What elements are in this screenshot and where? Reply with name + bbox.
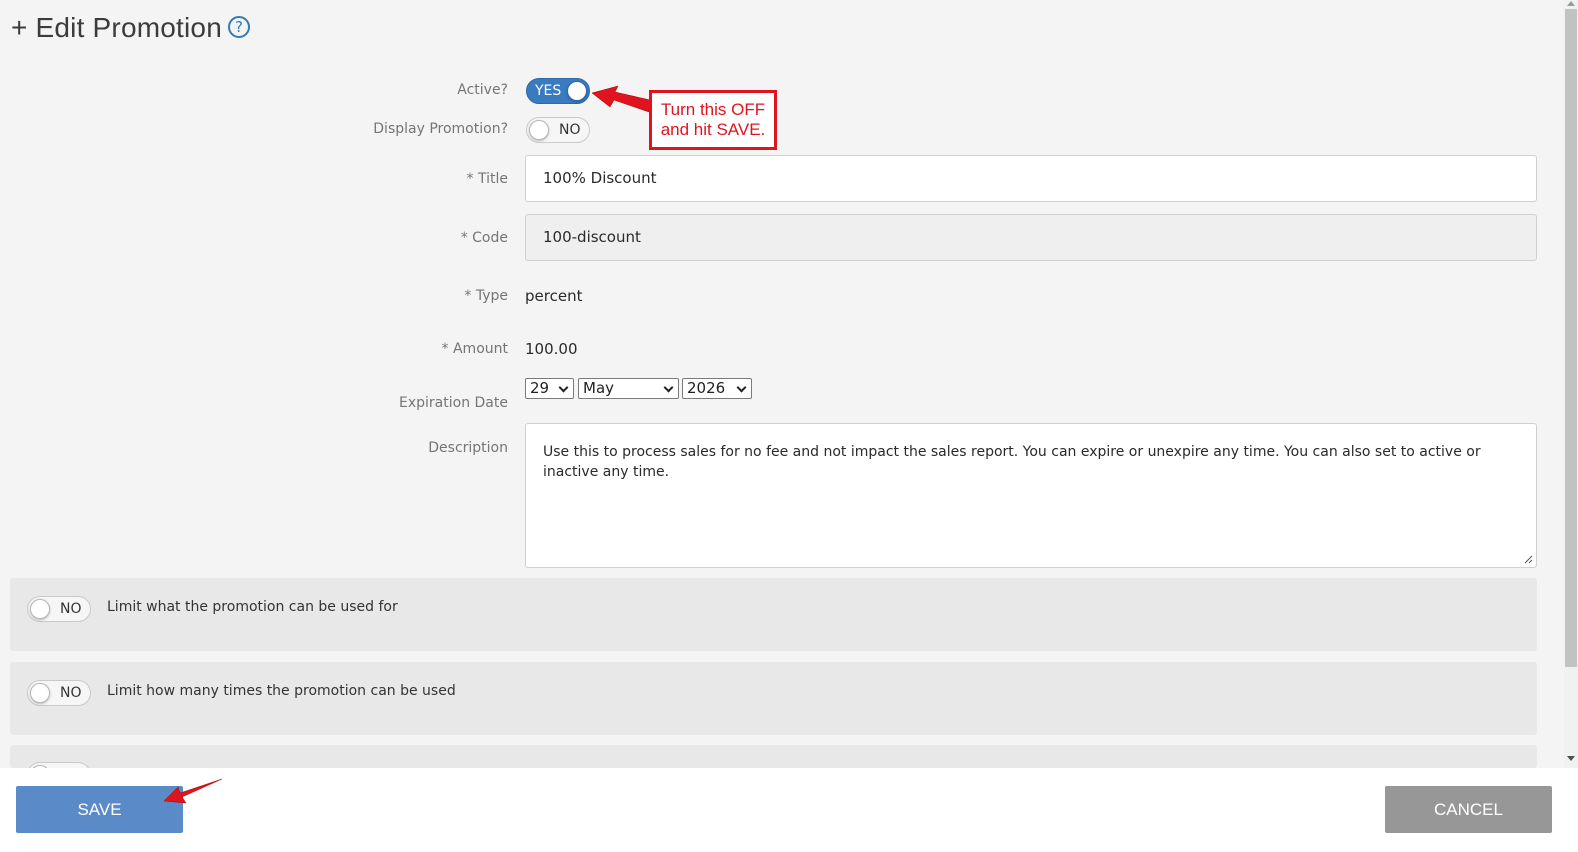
limit-usage-toggle[interactable]: NO	[27, 596, 91, 622]
description-textarea[interactable]: Use this to process sales for no fee and…	[525, 423, 1537, 568]
expiration-month-select[interactable]: May	[578, 378, 679, 399]
type-value: percent	[525, 287, 583, 305]
annotation-arrow-icon	[591, 85, 651, 113]
active-toggle[interactable]: YES	[526, 78, 590, 104]
expiration-month-value: May	[583, 379, 615, 397]
scrollbar-thumb[interactable]	[1565, 9, 1577, 667]
title-label: * Title	[466, 171, 508, 187]
expiration-year-value: 2026	[687, 379, 726, 397]
limit-usage-section: NO Limit what the promotion can be used …	[10, 578, 1537, 651]
toggle-knob	[30, 683, 50, 703]
vertical-scrollbar[interactable]	[1564, 0, 1578, 768]
display-promotion-label: Display Promotion?	[373, 121, 508, 137]
limit-times-toggle-state: NO	[60, 685, 82, 701]
limit-times-toggle[interactable]: NO	[27, 680, 91, 706]
footer-bar: SAVE CANCEL	[0, 768, 1578, 852]
cancel-button[interactable]: CANCEL	[1385, 786, 1552, 833]
code-input[interactable]: 100-discount	[525, 214, 1537, 261]
active-toggle-state: YES	[535, 83, 562, 99]
title-input[interactable]: 100% Discount	[525, 155, 1537, 202]
chevron-down-icon	[558, 382, 569, 393]
chevron-down-icon	[736, 382, 747, 393]
amount-value: 100.00	[525, 340, 578, 358]
save-button[interactable]: SAVE	[16, 786, 183, 833]
limit-times-label: Limit how many times the promotion can b…	[107, 683, 456, 699]
toggle-knob	[567, 81, 587, 101]
page-title: + Edit Promotion	[11, 12, 222, 43]
limit-usage-toggle-state: NO	[60, 601, 82, 617]
scroll-up-icon[interactable]	[1567, 1, 1575, 6]
third-section-partial	[10, 745, 1537, 768]
chevron-down-icon	[663, 382, 674, 393]
resize-grip-icon[interactable]	[1524, 555, 1533, 564]
expiration-year-select[interactable]: 2026	[682, 378, 752, 399]
toggle-knob	[30, 599, 50, 619]
expiration-day-select[interactable]: 29	[525, 378, 574, 399]
annotation-line-1: Turn this OFF	[660, 100, 766, 119]
limit-times-section: NO Limit how many times the promotion ca…	[10, 662, 1537, 735]
description-text: Use this to process sales for no fee and…	[543, 444, 1481, 480]
limit-usage-label: Limit what the promotion can be used for	[107, 599, 398, 615]
page-header: + Edit Promotion ?	[11, 12, 250, 44]
type-label: * Type	[464, 288, 508, 304]
description-label: Description	[428, 440, 508, 456]
expiration-day-value: 29	[530, 379, 550, 397]
amount-label: * Amount	[441, 341, 508, 357]
display-promotion-toggle[interactable]: NO	[526, 117, 590, 143]
scroll-down-icon[interactable]	[1567, 756, 1575, 761]
annotation-callout: Turn this OFF and hit SAVE.	[649, 90, 777, 150]
code-label: * Code	[460, 230, 508, 246]
expiration-date-label: Expiration Date	[399, 395, 508, 411]
annotation-line-2: and hit SAVE.	[660, 120, 766, 139]
help-icon[interactable]: ?	[227, 15, 250, 38]
toggle-knob	[529, 120, 549, 140]
annotation-arrow-save-icon	[163, 778, 223, 804]
active-label: Active?	[457, 82, 508, 98]
display-promotion-toggle-state: NO	[559, 122, 581, 138]
